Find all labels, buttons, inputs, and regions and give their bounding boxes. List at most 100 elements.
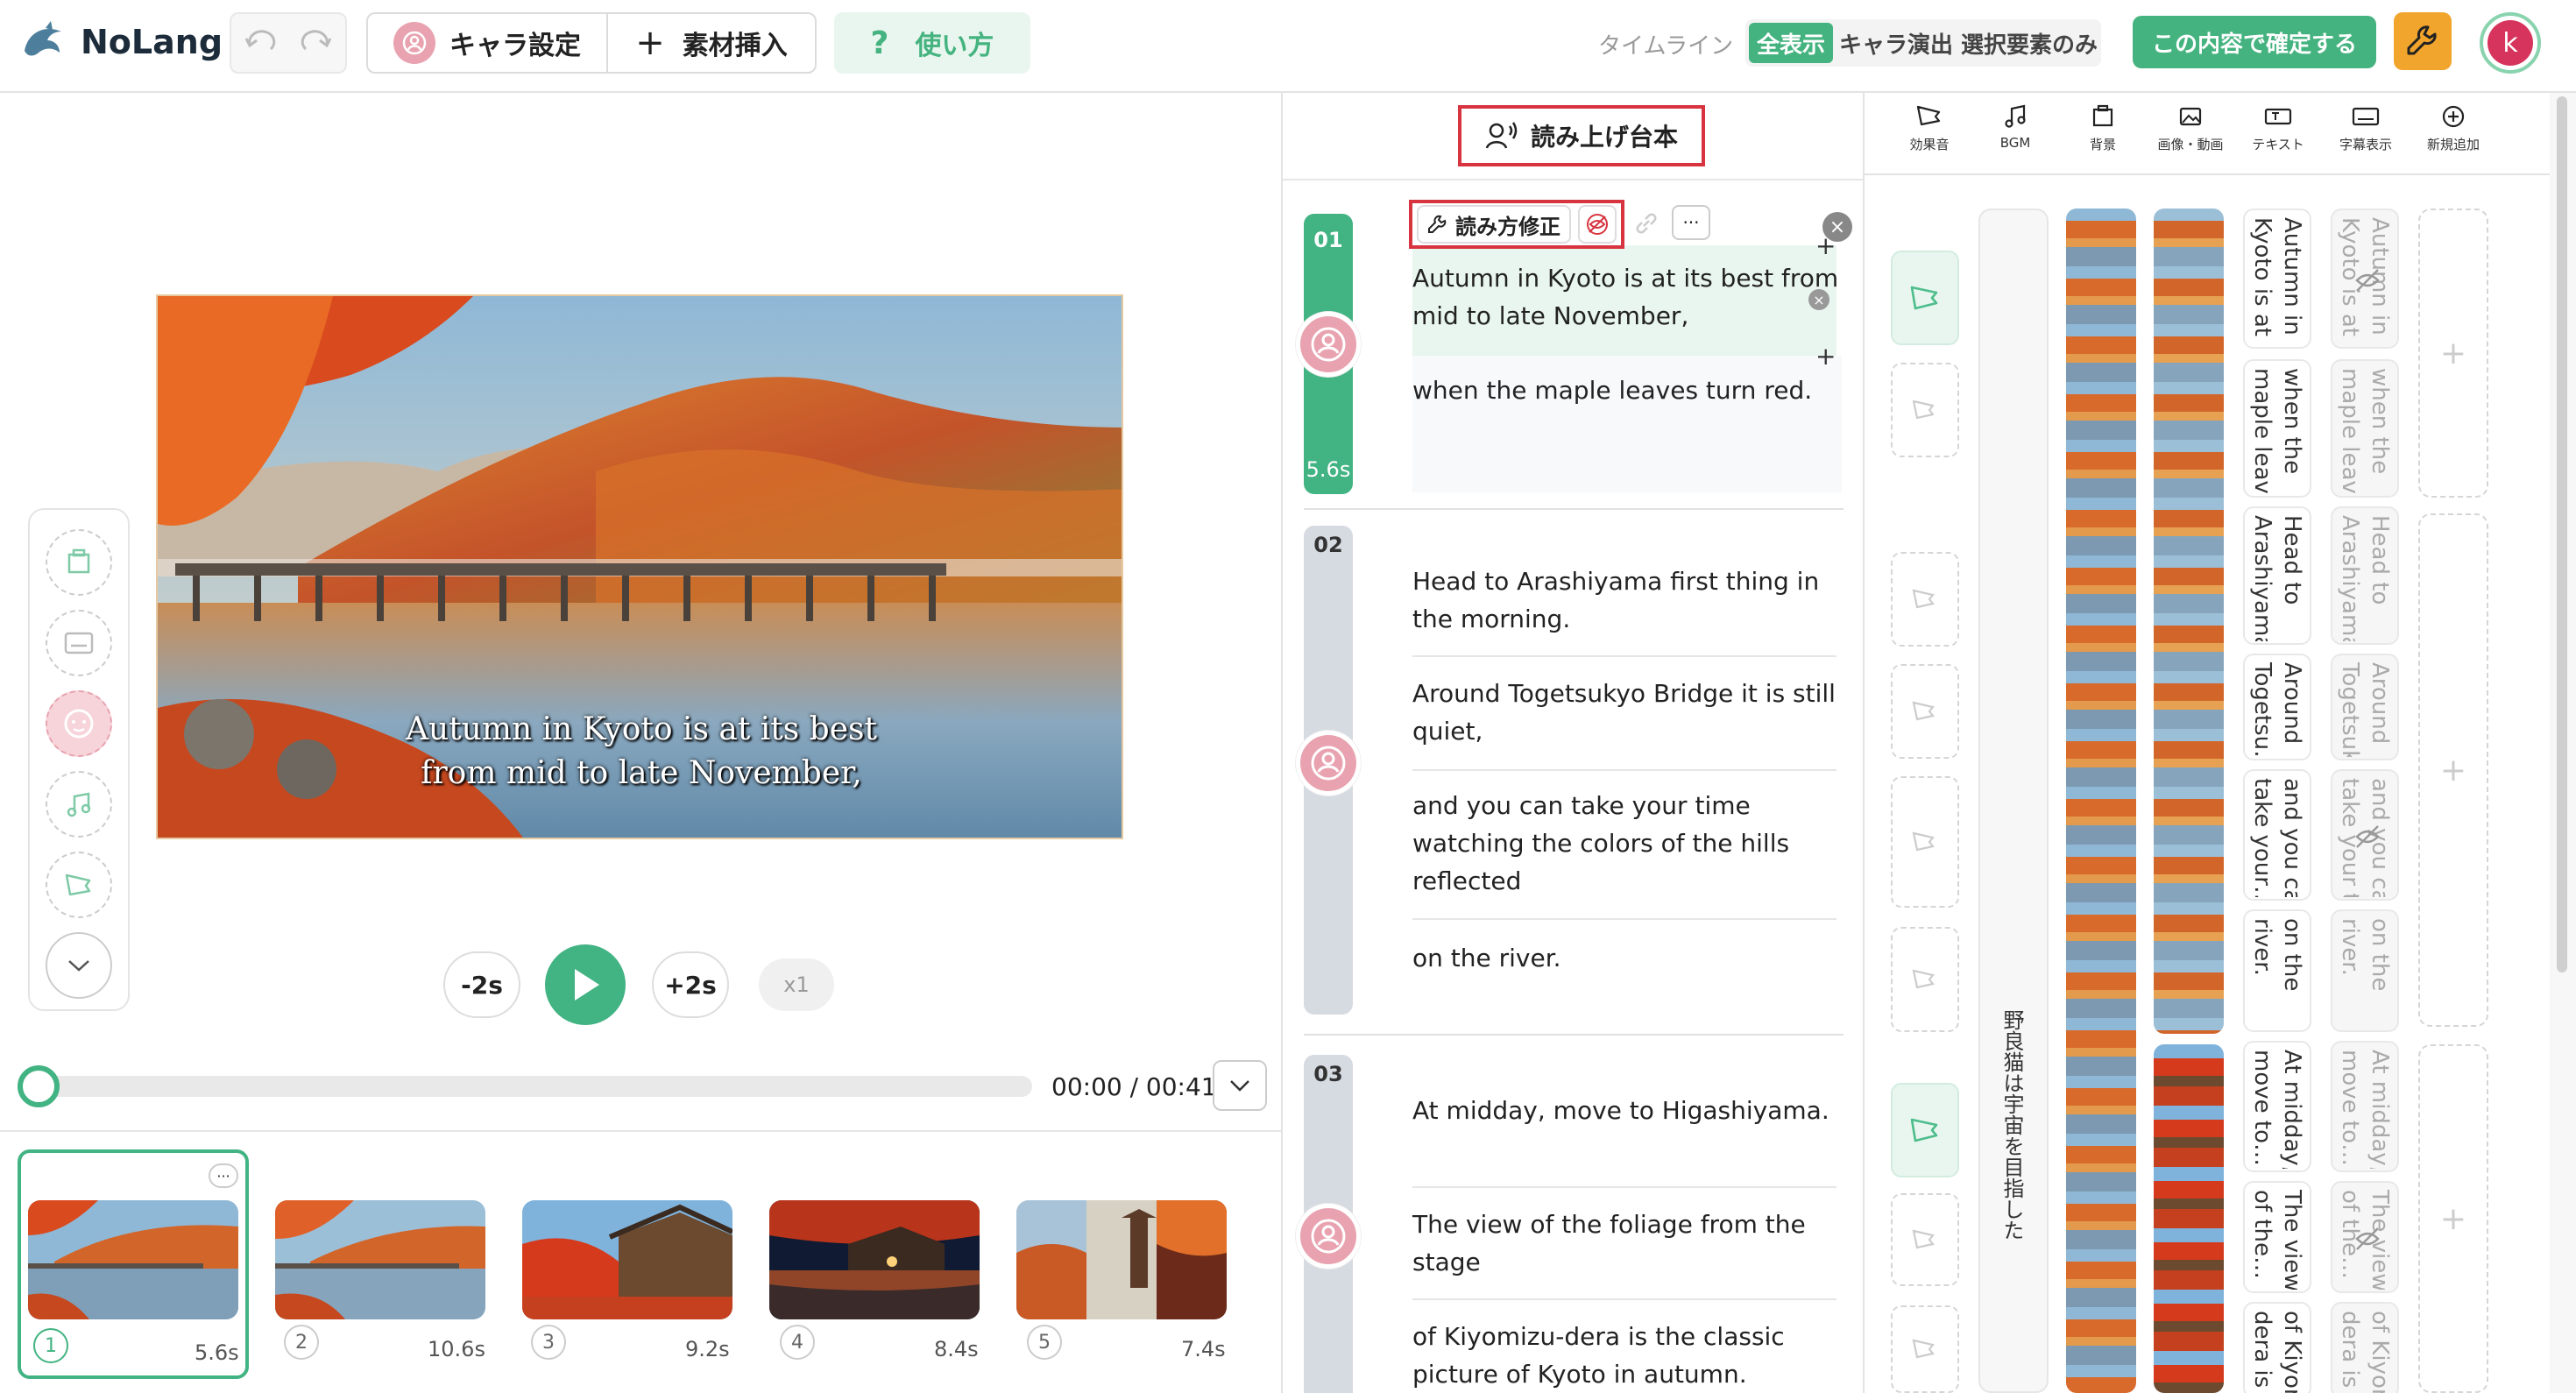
subtitle-track-cell[interactable]: river. on the: [2331, 909, 2399, 1032]
left-tool-rail: [28, 508, 130, 1011]
how-to-button[interactable]: ? 使い方: [834, 12, 1030, 74]
sound-effect-empty-slot[interactable]: [1891, 776, 1959, 908]
text-track-cell[interactable]: Arashiyama… Head to: [2243, 506, 2311, 645]
subtitle-tool-button[interactable]: [46, 610, 112, 676]
sound-effect-empty-slot[interactable]: [1891, 664, 1959, 759]
segment-marker-02[interactable]: 02: [1296, 526, 1361, 1015]
speaker-avatar[interactable]: [1296, 1204, 1361, 1269]
scene-thumb-image-4[interactable]: [769, 1200, 980, 1319]
script-line[interactable]: Autumn in Kyoto is at its best from mid …: [1412, 259, 1842, 335]
track-header-background[interactable]: 背景: [2061, 103, 2145, 153]
view-chara-tab[interactable]: キャラ演出: [1836, 23, 1956, 63]
script-line[interactable]: on the river.: [1412, 939, 1842, 977]
speed-button[interactable]: x1: [759, 958, 834, 1011]
text-track-cell[interactable]: move to… At midday,: [2243, 1041, 2311, 1172]
track-header-sound-effect[interactable]: 効果音: [1887, 103, 1971, 153]
script-segment-01[interactable]: 01 5.6s Autumn in Kyoto is at its best f…: [1296, 214, 1844, 498]
seek-handle[interactable]: [18, 1065, 60, 1107]
thumb-more-button[interactable]: ···: [209, 1163, 238, 1188]
add-track-slot[interactable]: +: [2418, 1044, 2488, 1393]
segment-marker-01[interactable]: 01 5.6s: [1296, 214, 1361, 494]
script-segment-03[interactable]: 03 At midday, move to Higashiyama. The v…: [1296, 1055, 1844, 1393]
user-avatar[interactable]: k: [2480, 12, 2541, 74]
scene-thumb-image-2[interactable]: [275, 1200, 485, 1319]
image-video-track-strip-2[interactable]: [2154, 1044, 2224, 1393]
speaker-avatar[interactable]: [1296, 312, 1361, 377]
subtitle-track-cell[interactable]: move to… At midday,: [2331, 1041, 2399, 1172]
text-track-cell[interactable]: Togetsu… Around: [2243, 654, 2311, 760]
seek-track[interactable]: [19, 1076, 1032, 1097]
subtitle-track-cell[interactable]: Togetsuk… Around: [2331, 654, 2399, 760]
effect-tool-button[interactable]: [46, 852, 112, 918]
text-track-cell[interactable]: river. on the: [2243, 909, 2311, 1032]
play-button[interactable]: [545, 944, 626, 1025]
script-line[interactable]: Around Togetsukyo Bridge it is still qui…: [1412, 675, 1842, 750]
sound-effect-empty-slot[interactable]: [1891, 363, 1959, 457]
subtitle-track-cell[interactable]: dera is the of Kiyomi: [2331, 1302, 2399, 1393]
segment-marker-03[interactable]: 03: [1296, 1055, 1361, 1393]
scene-thumb-image-3[interactable]: [522, 1200, 732, 1319]
rewind-2s-button[interactable]: -2s: [443, 951, 520, 1018]
timeline-expand-button[interactable]: [1213, 1060, 1267, 1111]
more-options-button[interactable]: ···: [1672, 205, 1710, 240]
sound-effect-empty-slot[interactable]: [1891, 927, 1959, 1032]
script-line[interactable]: of Kiyomizu-dera is the classic picture …: [1412, 1318, 1842, 1393]
collapse-rail-button[interactable]: [46, 932, 112, 999]
sound-effect-empty-slot[interactable]: [1891, 552, 1959, 647]
link-icon[interactable]: [1630, 207, 1663, 240]
background-tool-button[interactable]: [46, 529, 112, 596]
script-line[interactable]: and you can take your time watching the …: [1412, 787, 1842, 900]
script-line[interactable]: when the maple leaves turn red.: [1412, 371, 1842, 409]
subtitle-track-cell[interactable]: take your ti… and you can: [2331, 769, 2399, 901]
delete-line-icon[interactable]: ×: [1808, 289, 1829, 310]
view-all-tab[interactable]: 全表示: [1749, 23, 1833, 63]
speaker-avatar[interactable]: [1296, 731, 1361, 795]
image-video-track-strip-1[interactable]: [2154, 209, 2224, 1034]
sound-effect-empty-slot[interactable]: [1891, 1305, 1959, 1393]
view-selected-tab[interactable]: 選択要素のみ: [1959, 23, 2099, 63]
insert-material-button[interactable]: + 素材挿入: [608, 14, 815, 72]
script-segment-02[interactable]: 02 Head to Arashiyama first thing in the…: [1296, 526, 1844, 1018]
music-tool-button[interactable]: [46, 771, 112, 838]
bgm-track-block[interactable]: 野良猫は宇宙を目指した: [1978, 209, 2049, 1393]
sound-effect-empty-slot[interactable]: [1891, 1193, 1959, 1286]
subtitle-track-cell[interactable]: of the… The view: [2331, 1181, 2399, 1293]
subtitle-track-cell[interactable]: Arashiyama… Head to: [2331, 506, 2399, 645]
track-header-image-video[interactable]: 画像・動画: [2148, 103, 2233, 153]
track-header-bgm[interactable]: BGM: [1973, 103, 2057, 151]
text-track-cell[interactable]: maple leav… when the: [2243, 359, 2311, 498]
undo-icon[interactable]: [236, 21, 288, 65]
add-track-slot[interactable]: +: [2418, 513, 2488, 1027]
subtitle-track-cell[interactable]: Kyoto is at i… Autumn in: [2331, 209, 2399, 349]
hide-subtitle-button[interactable]: [1578, 205, 1617, 244]
track-header-add-new[interactable]: 新規追加: [2411, 103, 2495, 153]
scene-thumb-image-5[interactable]: [1016, 1200, 1227, 1319]
text-track-cell[interactable]: of the… The view: [2243, 1181, 2311, 1293]
track-header-text[interactable]: テキスト: [2236, 103, 2320, 153]
sound-effect-block[interactable]: [1891, 251, 1959, 345]
script-line[interactable]: At midday, move to Higashiyama.: [1412, 1092, 1842, 1129]
reading-fix-button[interactable]: 読み方修正: [1417, 205, 1571, 244]
text-track-cell[interactable]: take your… and you can: [2243, 769, 2311, 901]
text-track-cell[interactable]: dera is th of Kiyomi: [2243, 1302, 2311, 1393]
add-track-slot[interactable]: +: [2418, 209, 2488, 498]
subtitle-track-cell[interactable]: maple leave… when the: [2331, 359, 2399, 498]
chara-settings-button[interactable]: キャラ設定: [368, 14, 608, 72]
forward-2s-button[interactable]: +2s: [652, 951, 729, 1018]
sound-effect-block[interactable]: [1891, 1083, 1959, 1177]
text-track-cell[interactable]: Kyoto is at i… Autumn in: [2243, 209, 2311, 349]
redo-icon[interactable]: [288, 21, 341, 65]
add-line-icon[interactable]: +: [1815, 342, 1836, 371]
track-scrollbar-thumb[interactable]: [2557, 96, 2567, 972]
close-segment-icon[interactable]: ×: [1822, 212, 1852, 242]
background-track-strip[interactable]: [2066, 209, 2136, 1393]
track-header-subtitle[interactable]: 字幕表示: [2324, 103, 2408, 153]
script-line[interactable]: The view of the foliage from the stage: [1412, 1206, 1842, 1281]
subtitle-track: Kyoto is at i… Autumn in maple leave… when …: [2331, 209, 2399, 1393]
wrench-button[interactable]: [2394, 12, 2452, 70]
character-tool-button[interactable]: [46, 690, 112, 757]
preview-canvas[interactable]: Autumn in Kyoto is at its best from mid …: [156, 294, 1123, 839]
confirm-button[interactable]: この内容で確定する: [2133, 16, 2376, 68]
scene-thumb-image-1[interactable]: [28, 1200, 238, 1319]
script-line[interactable]: Head to Arashiyama first thing in the mo…: [1412, 562, 1842, 638]
